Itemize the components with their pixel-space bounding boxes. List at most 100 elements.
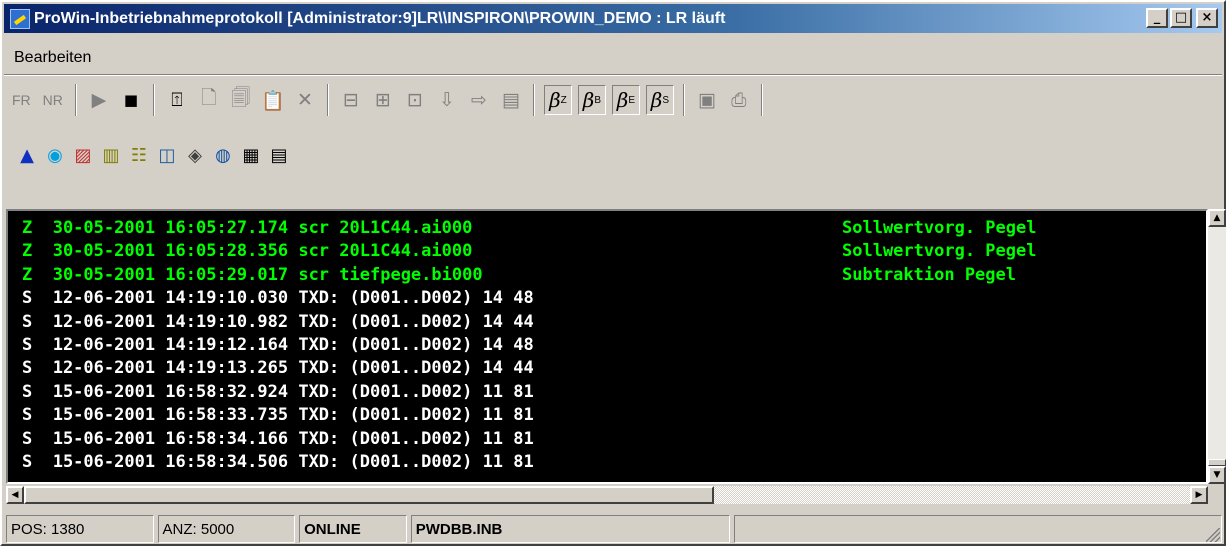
- log-entry-text: S 15-06-2001 16:58:34.166 TXD: (D001..D0…: [22, 428, 534, 449]
- chart-icon[interactable]: ▨: [72, 144, 94, 166]
- tree-icon[interactable]: ☷: [128, 144, 150, 166]
- pen-e-label: E: [628, 94, 636, 106]
- export-button[interactable]: ⇨: [463, 83, 495, 117]
- window-title: ProWin-Inbetriebnahmeprotokoll [Administ…: [34, 9, 726, 27]
- vertical-scroll-thumb[interactable]: [1208, 459, 1226, 466]
- toolbar-separator: [326, 84, 329, 116]
- scroll-right-button[interactable]: ▶: [1190, 486, 1208, 504]
- export-icon: ⇨: [470, 89, 487, 111]
- secondary-toolbar: ▲ ◉ ▨ ▥ ☷ ◫ ◈ ◍ ▦ ▤: [16, 138, 1016, 172]
- app-icon[interactable]: [10, 8, 30, 29]
- prev-page-icon: ⊞: [374, 89, 391, 111]
- toolbar-separator: [74, 84, 77, 116]
- menu-bar: Bearbeiten: [4, 46, 1222, 70]
- log-line[interactable]: Z 30-05-2001 16:05:29.017 scr tiefpege.b…: [22, 264, 1182, 287]
- log-entry-text: S 15-06-2001 16:58:32.924 TXD: (D001..D0…: [22, 381, 534, 402]
- pen-icon: 𝛽: [549, 88, 561, 112]
- fr-button[interactable]: FR: [12, 92, 31, 108]
- close-button[interactable]: ×: [1196, 8, 1218, 28]
- pen-e-button[interactable]: 𝛽E: [611, 85, 640, 115]
- pen-icon: 𝛽: [650, 88, 663, 112]
- play-button[interactable]: ▶: [83, 83, 115, 117]
- eye-icon[interactable]: ◉: [44, 144, 66, 166]
- log-entry-text: Z 30-05-2001 16:05:28.356 scr 20L1C44.ai…: [22, 241, 473, 262]
- paint-icon[interactable]: ◈: [184, 144, 206, 166]
- app-window: ProWin-Inbetriebnahmeprotokoll [Administ…: [0, 0, 1226, 546]
- nr-button[interactable]: NR: [43, 92, 63, 108]
- print-button[interactable]: ⎙: [723, 83, 755, 117]
- minimize-button[interactable]: _: [1146, 8, 1168, 28]
- log-line[interactable]: S 15-06-2001 16:58:32.924 TXD: (D001..D0…: [22, 381, 1182, 404]
- variables-icon[interactable]: ▥: [100, 144, 122, 166]
- main-toolbar: FR NR ▶ ■ ⍐ 🗋 🗐 📋 ✕ ⊟ ⊞ ⊡ ⇩ ⇨ ▤ 𝛽Z 𝛽B 𝛽E…: [6, 80, 1222, 120]
- scroll-left-button[interactable]: ◀: [6, 486, 24, 504]
- save-icon: ▣: [697, 89, 716, 111]
- pen-icon: 𝛽: [616, 88, 629, 112]
- printer-icon: ⎙: [731, 89, 747, 111]
- paste-page-button[interactable]: 📋: [257, 83, 289, 117]
- bell-icon[interactable]: ▲: [16, 144, 38, 166]
- delete-button[interactable]: ✕: [289, 83, 321, 117]
- new-page-button[interactable]: 🗋: [193, 83, 225, 117]
- horizontal-scroll-thumb[interactable]: [24, 486, 714, 504]
- page-up-button[interactable]: ⍐: [161, 83, 193, 117]
- stop-icon: ■: [123, 91, 138, 109]
- filter-button[interactable]: ▤: [495, 83, 527, 117]
- pen-icon: 𝛽: [582, 88, 595, 112]
- log-line[interactable]: S 12-06-2001 14:19:10.982 TXD: (D001..D0…: [22, 311, 1182, 334]
- window-controls: _ □ ×: [1146, 8, 1218, 28]
- title-bar[interactable]: ProWin-Inbetriebnahmeprotokoll [Administ…: [4, 4, 1222, 33]
- copy-page-button[interactable]: 🗐: [225, 83, 257, 117]
- scroll-up-button[interactable]: ▲: [1208, 209, 1226, 227]
- insert-line-button[interactable]: ⇩: [431, 83, 463, 117]
- resize-grip[interactable]: [1206, 528, 1220, 542]
- log-line[interactable]: S 15-06-2001 16:58:34.166 TXD: (D001..D0…: [22, 428, 1182, 451]
- log-line[interactable]: S 15-06-2001 16:58:33.735 TXD: (D001..D0…: [22, 404, 1182, 427]
- log-line[interactable]: Z 30-05-2001 16:05:27.174 scr 20L1C44.ai…: [22, 217, 1182, 240]
- notes-icon[interactable]: ▤: [268, 144, 290, 166]
- pen-s-label: S: [662, 94, 670, 106]
- log-entry-text: Z 30-05-2001 16:05:29.017 scr tiefpege.b…: [22, 264, 483, 285]
- stop-button[interactable]: ■: [115, 83, 147, 117]
- status-count: ANZ: 5000: [157, 515, 296, 543]
- toolbar-separator: [682, 84, 685, 116]
- toolbar-separator: [152, 84, 155, 116]
- first-page-icon: ⊟: [342, 89, 359, 111]
- log-line[interactable]: S 12-06-2001 14:19:12.164 TXD: (D001..D0…: [22, 334, 1182, 357]
- pen-s-button[interactable]: 𝛽S: [645, 85, 674, 115]
- insert-icon: ⇩: [438, 89, 455, 111]
- pen-b-label: B: [594, 94, 602, 106]
- first-page-button[interactable]: ⊟: [335, 83, 367, 117]
- next-page-button[interactable]: ⊡: [399, 83, 431, 117]
- log-entry-text: S 12-06-2001 14:19:10.030 TXD: (D001..D0…: [22, 288, 534, 309]
- pen-b-button[interactable]: 𝛽B: [577, 85, 606, 115]
- scroll-down-button[interactable]: ▼: [1208, 466, 1226, 484]
- log-line[interactable]: S 15-06-2001 16:58:34.506 TXD: (D001..D0…: [22, 451, 1182, 474]
- log-entry-comment: Subtraktion Pegel: [842, 264, 1016, 285]
- log-entry-text: S 12-06-2001 14:19:12.164 TXD: (D001..D0…: [22, 335, 534, 355]
- database-icon[interactable]: ◫: [156, 144, 178, 166]
- log-entry-comment: Sollwertvorg. Pegel: [842, 241, 1037, 262]
- log-entry-text: S 15-06-2001 16:58:33.735 TXD: (D001..D0…: [22, 405, 534, 426]
- vertical-scrollbar[interactable]: ▲ ▼: [1208, 209, 1226, 484]
- log-entry-comment: Sollwertvorg. Pegel: [842, 218, 1037, 238]
- status-mode: ONLINE: [299, 515, 407, 543]
- play-icon: ▶: [91, 89, 107, 111]
- page-icon: 🗋: [201, 87, 217, 109]
- prev-page-button[interactable]: ⊞: [367, 83, 399, 117]
- horizontal-scrollbar[interactable]: ◀ ▶: [6, 486, 1208, 504]
- maximize-button[interactable]: □: [1170, 8, 1192, 28]
- list-icon[interactable]: ▦: [240, 144, 262, 166]
- menu-edit[interactable]: Bearbeiten: [4, 49, 101, 67]
- network-icon[interactable]: ◍: [212, 144, 234, 166]
- log-line[interactable]: Z 30-05-2001 16:05:28.356 scr 20L1C44.ai…: [22, 240, 1182, 263]
- pen-z-button[interactable]: 𝛽Z: [543, 85, 572, 115]
- protocol-log[interactable]: Z 30-05-2001 16:05:27.174 scr 20L1C44.ai…: [6, 209, 1208, 484]
- log-line[interactable]: S 12-06-2001 14:19:10.030 TXD: (D001..D0…: [22, 287, 1182, 310]
- save-button[interactable]: ▣: [691, 83, 723, 117]
- log-line[interactable]: S 12-06-2001 14:19:13.265 TXD: (D001..D0…: [22, 357, 1182, 380]
- copy-icon: 🗐: [231, 87, 251, 109]
- toolbar-separator: [532, 84, 535, 116]
- paste-icon: 📋: [261, 89, 285, 112]
- log-entry-text: S 12-06-2001 14:19:13.265 TXD: (D001..D0…: [22, 358, 534, 379]
